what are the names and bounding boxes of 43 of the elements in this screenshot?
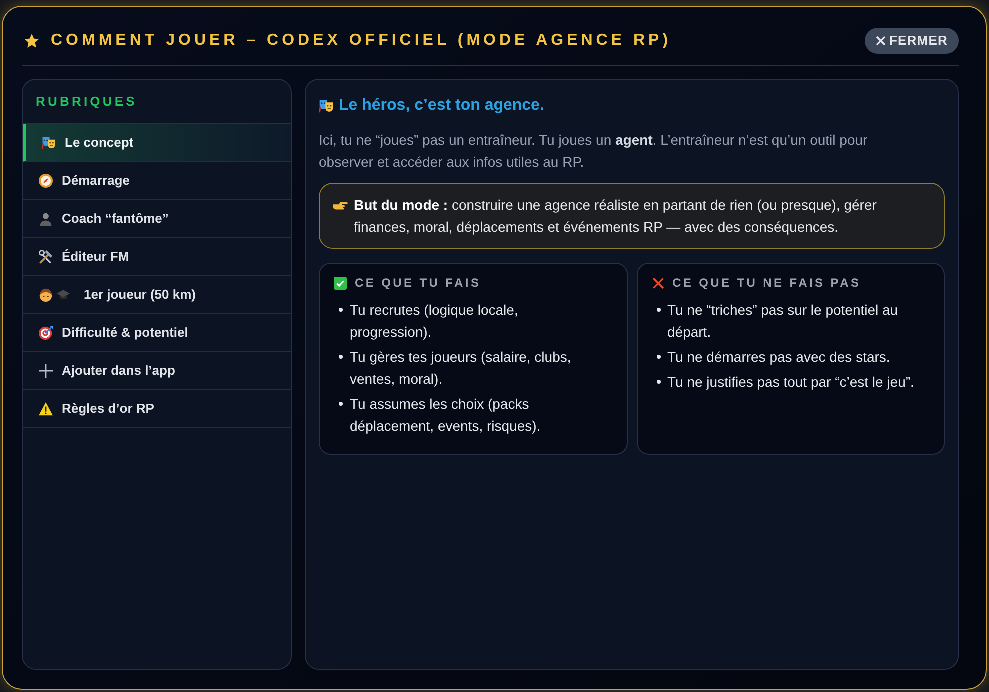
bullet-icon [339,308,343,312]
list-item-text: Tu gères tes joueurs (salaire, clubs, ventes, moral). [350,348,572,389]
list-item-text: Tu assumes les choix (packs déplacement, events, risques). [350,395,542,436]
sidebar-item[interactable]: Coach “fantôme” [23,200,291,238]
close-icon [876,36,886,46]
sidebar-item[interactable]: 1er joueur (50 km) [23,276,291,314]
target-icon [39,326,53,340]
boy-face-icon [39,288,53,302]
warning-icon [39,402,53,416]
close-button[interactable]: FERMER [864,28,959,54]
star-icon [25,34,39,48]
section-heading: Le héros, c’est ton agence. [339,96,544,116]
cross-icon [652,276,664,290]
bullet-icon [339,402,343,406]
person-silhouette-icon [39,212,53,226]
masks-icon [319,99,334,113]
list-item-text: Tu ne justifies pas tout par “c’est le jeu”. [668,373,914,392]
callout-text: But du mode : construire une agence réaliste en partant de rien (ou presque), gérer finances, moral, déplacements et événements RP — avec des conséquences. [354,196,878,237]
sidebar-heading: RUBRIQUES [36,92,138,111]
intro-paragraph: Ici, tu ne “joues” pas un entraîneur. Tu joues un agent. L’entraîneur n’est qu’un outil pour observer et accéder aux infos utiles au RP. [319,131,869,172]
sidebar-item[interactable]: Le concept [23,124,291,162]
bullet-icon [656,380,660,384]
pointing-hand-icon [333,200,348,211]
masks-icon [42,136,56,150]
sidebar-item[interactable]: Difficulté & potentiel [23,314,291,352]
sidebar-item[interactable]: Règles d’or RP [23,390,291,428]
sidebar-item[interactable]: Ajouter dans l’app [23,352,291,390]
sidebar-item[interactable]: Démarrage [23,162,291,200]
card-title: CE QUE TU FAIS [355,275,482,292]
sidebar-item[interactable]: Éditeur FM [23,238,291,276]
modal-title: COMMENT JOUER – CODEX OFFICIEL (MODE AGENCE RP) [51,31,672,51]
list-item-text: Tu ne “triches” pas sur le potentiel au départ. [668,301,900,342]
list-item-text: Tu recrutes (logique locale, progression). [350,301,520,342]
checkmark-icon [334,276,347,290]
bullet-icon [656,308,660,312]
bullet-icon [339,355,343,359]
hammer-wrench-icon [39,250,53,264]
compass-icon [39,174,53,188]
card-title: CE QUE TU NE FAIS PAS [672,275,862,292]
plus-icon [39,364,53,378]
list-item-text: Tu ne démarres pas avec des stars. [668,348,890,367]
bullet-icon [656,355,660,359]
graduation-cap-icon [57,290,70,300]
